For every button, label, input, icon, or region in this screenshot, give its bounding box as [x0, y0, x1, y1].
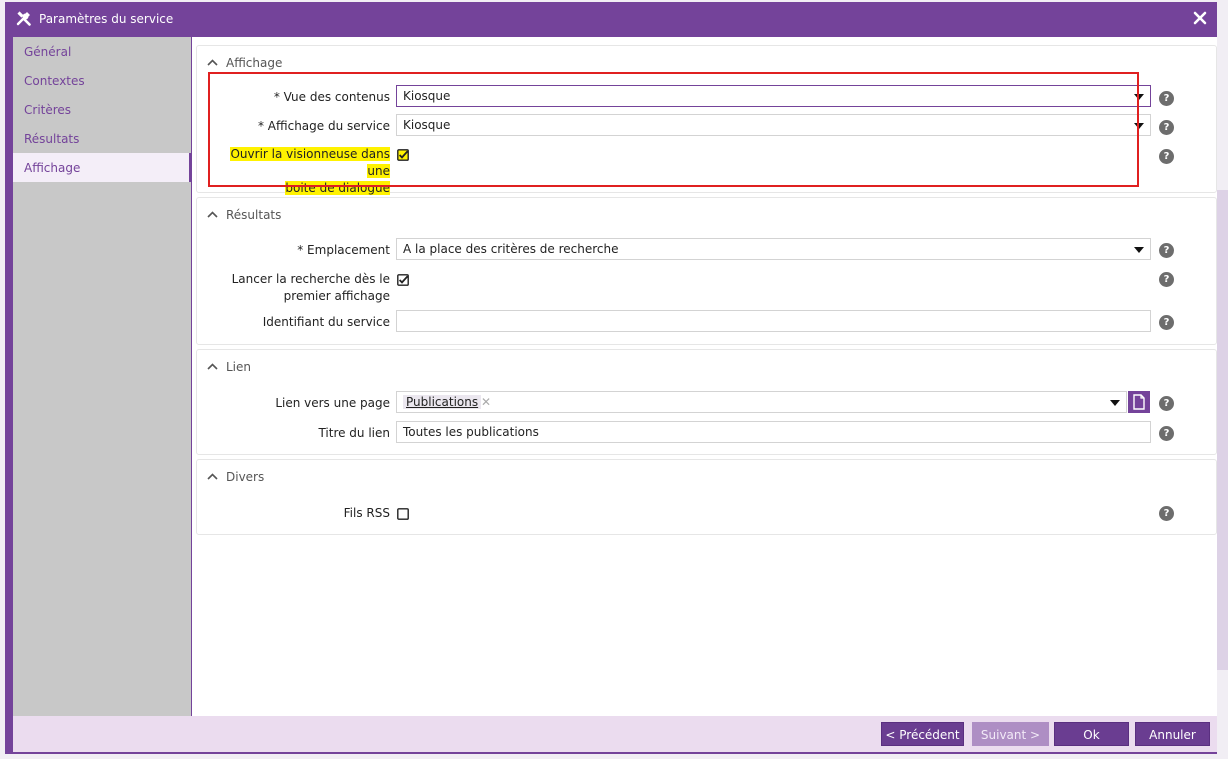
- emplacement-label: * Emplacement: [297, 243, 390, 257]
- section-header-lien[interactable]: Lien: [207, 360, 251, 374]
- lancer-label-line2: premier affichage: [283, 289, 390, 303]
- annotation-highlight-box: [208, 72, 1139, 187]
- section-header-divers[interactable]: Divers: [207, 470, 264, 484]
- settings-content: Affichage * Vue des contenus Kiosque ? *…: [192, 37, 1217, 716]
- lancer-recherche-checkbox[interactable]: [397, 274, 409, 286]
- close-icon[interactable]: [1191, 9, 1209, 27]
- help-icon[interactable]: ?: [1159, 315, 1174, 330]
- help-icon[interactable]: ?: [1159, 149, 1174, 164]
- previous-button[interactable]: < Précédent: [881, 722, 964, 746]
- sidebar-item-label: Résultats: [24, 132, 80, 146]
- dialog-footer: < Précédent Suivant > Ok Annuler: [13, 716, 1217, 752]
- section-title: Divers: [226, 470, 265, 484]
- fils-rss-checkbox[interactable]: [397, 508, 409, 520]
- help-icon[interactable]: ?: [1159, 120, 1174, 135]
- section-title: Lien: [226, 360, 252, 374]
- ok-button[interactable]: Ok: [1054, 722, 1129, 746]
- emplacement-select[interactable]: A la place des critères de recherche: [396, 238, 1151, 260]
- help-icon[interactable]: ?: [1159, 396, 1174, 411]
- section-divers: Divers Fils RSS ?: [196, 459, 1217, 535]
- sidebar-item-label: Contextes: [24, 74, 85, 88]
- section-title: Affichage: [226, 56, 283, 70]
- sidebar: Général Contextes Critères Résultats Aff…: [13, 37, 191, 716]
- identifiant-input[interactable]: [396, 310, 1151, 332]
- help-icon[interactable]: ?: [1159, 426, 1174, 441]
- help-icon[interactable]: ?: [1159, 272, 1174, 287]
- help-icon[interactable]: ?: [1159, 243, 1174, 258]
- dialog-title: Paramètres du service: [39, 12, 174, 26]
- sidebar-item-general[interactable]: Général: [13, 37, 191, 66]
- chevron-up-icon: [207, 473, 218, 480]
- sidebar-item-label: Critères: [24, 103, 72, 117]
- chevron-up-icon: [207, 59, 218, 66]
- tools-icon: [16, 11, 31, 26]
- lancer-recherche-label: Lancer la recherche dès le premier affic…: [207, 271, 390, 305]
- sidebar-item-contextes[interactable]: Contextes: [13, 66, 191, 95]
- fils-rss-label: Fils RSS: [343, 506, 390, 520]
- section-title: Résultats: [226, 208, 282, 222]
- sidebar-item-resultats[interactable]: Résultats: [13, 124, 191, 153]
- sidebar-item-affichage[interactable]: Affichage: [13, 153, 191, 182]
- lien-page-select[interactable]: Publications ✕: [396, 391, 1127, 413]
- dialog-titlebar: Paramètres du service: [5, 2, 1217, 36]
- help-icon[interactable]: ?: [1159, 506, 1174, 521]
- background-scrollbar: [1217, 190, 1228, 670]
- service-settings-dialog: Paramètres du service Général Contextes …: [5, 2, 1217, 754]
- caret-down-icon: [1134, 247, 1144, 253]
- page-icon: [1133, 394, 1145, 410]
- selected-page-tag: Publications: [403, 395, 482, 409]
- section-header-affichage[interactable]: Affichage: [207, 56, 282, 70]
- remove-tag-icon[interactable]: ✕: [481, 395, 491, 409]
- section-header-resultats[interactable]: Résultats: [207, 208, 281, 222]
- titre-lien-input[interactable]: Toutes les publications: [396, 421, 1151, 443]
- lien-page-label: Lien vers une page: [275, 396, 390, 410]
- page-picker-button[interactable]: [1128, 391, 1150, 413]
- select-value: A la place des critères de recherche: [403, 242, 619, 256]
- section-resultats: Résultats * Emplacement A la place des c…: [196, 197, 1217, 345]
- tag-label: Publications: [406, 395, 479, 409]
- section-affichage: Affichage * Vue des contenus Kiosque ? *…: [196, 45, 1217, 195]
- chevron-up-icon: [207, 211, 218, 218]
- sidebar-item-label: Affichage: [24, 161, 81, 175]
- sidebar-item-criteres[interactable]: Critères: [13, 95, 191, 124]
- identifiant-label: Identifiant du service: [262, 315, 390, 329]
- lancer-label-line1: Lancer la recherche dès le: [231, 272, 390, 286]
- section-lien: Lien Lien vers une page Publications ✕ ?…: [196, 349, 1217, 455]
- next-button[interactable]: Suivant >: [972, 722, 1049, 746]
- titre-lien-label: Titre du lien: [318, 426, 390, 440]
- caret-down-icon: [1110, 400, 1120, 406]
- input-value: Toutes les publications: [403, 425, 539, 439]
- cancel-button[interactable]: Annuler: [1135, 722, 1210, 746]
- chevron-up-icon: [207, 363, 218, 370]
- sidebar-item-label: Général: [24, 45, 72, 59]
- help-icon[interactable]: ?: [1159, 91, 1174, 106]
